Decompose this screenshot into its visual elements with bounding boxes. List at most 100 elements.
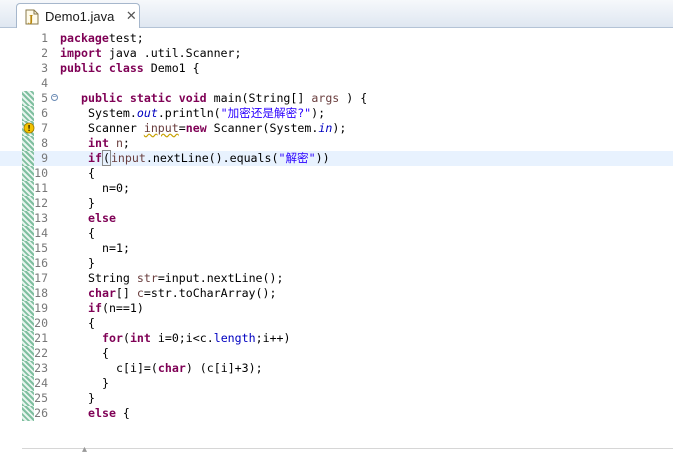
code-line[interactable]: 12} [0, 196, 673, 211]
code-token: if [88, 151, 102, 165]
code-token: { [88, 226, 95, 240]
code-line[interactable]: 17 String str=input.nextLine(); [0, 271, 673, 286]
code-line[interactable]: 9 if(input.nextLine().equals("解密")) [0, 150, 673, 166]
code-token: length [213, 331, 256, 345]
code-token: "加密还是解密?" [220, 106, 312, 120]
editor-tab-bar: J Demo1.java ✕ [0, 0, 673, 29]
code-token: .nextLine().equals( [145, 151, 279, 165]
code-line[interactable]: 19 if(n==1) [0, 301, 673, 316]
code-text[interactable]: String str=input.nextLine(); [88, 271, 283, 286]
code-line[interactable]: 11 n=0; [0, 181, 673, 196]
line-number: 6 [41, 106, 48, 120]
close-icon[interactable]: ✕ [124, 9, 138, 24]
code-line[interactable]: 23 c[i]=(char) (c[i]+3); [0, 361, 673, 376]
code-text[interactable]: n=1; [102, 241, 130, 256]
code-line[interactable]: 26 else { [0, 406, 673, 421]
code-token: ); [311, 106, 326, 120]
code-line[interactable]: 3 public class Demo1 { [0, 61, 673, 76]
code-token: { [115, 406, 130, 420]
code-text[interactable]: Scanner input=new Scanner(System.in); [88, 121, 346, 136]
code-text[interactable]: if(input.nextLine().equals("解密")) [88, 150, 330, 166]
code-token: ) (c[i]+3); [185, 361, 263, 375]
code-token: public [80, 91, 123, 105]
code-token: char [157, 361, 186, 375]
code-token: n=1; [102, 241, 130, 255]
code-text[interactable]: { [88, 226, 95, 241]
code-text[interactable]: for(int i=0;i<c.length;i++) [102, 331, 291, 346]
code-line[interactable]: 1 packagetest; [0, 31, 673, 46]
code-token: str [136, 271, 158, 285]
code-text[interactable]: System.out.println("加密还是解密?"); [88, 106, 325, 121]
horizontal-scroll-area[interactable]: ▴ [22, 444, 673, 461]
tab-demo1-java[interactable]: J Demo1.java ✕ [16, 3, 140, 29]
code-token: [] [115, 286, 137, 300]
code-token: new [185, 121, 207, 135]
code-text[interactable]: { [88, 166, 95, 181]
line-number: 21 [34, 331, 48, 345]
code-text[interactable]: } [88, 196, 95, 211]
line-number: 17 [34, 271, 48, 285]
code-line[interactable]: 6 System.out.println("加密还是解密?"); [0, 106, 673, 121]
code-line[interactable]: 22 { [0, 346, 673, 361]
code-line[interactable]: 25} [0, 391, 673, 406]
code-token: c[i]=( [116, 361, 158, 375]
code-token: class [108, 61, 144, 75]
code-text[interactable]: } [102, 376, 109, 391]
code-text[interactable]: if(n==1) [88, 301, 144, 316]
code-token: if [88, 301, 102, 315]
code-editor[interactable]: 1 packagetest; 2 import java .util.Scanner;… [0, 28, 673, 461]
code-line[interactable]: 5− public static void main(String[] args… [0, 91, 673, 106]
code-token: in [318, 121, 333, 135]
code-text[interactable]: char[] c=str.toCharArray(); [88, 286, 276, 301]
code-token: =input.nextLine(); [157, 271, 284, 285]
code-text[interactable]: else { [88, 406, 130, 421]
code-line[interactable]: 10 { [0, 166, 673, 181]
code-line[interactable]: 18 char[] c=str.toCharArray(); [0, 286, 673, 301]
code-line[interactable]: 13 else [0, 211, 673, 226]
code-line[interactable]: 14 { [0, 226, 673, 241]
line-number: 14 [34, 226, 48, 240]
code-line[interactable]: 21 for(int i=0;i<c.length;i++) [0, 331, 673, 346]
line-number: 10 [34, 166, 48, 180]
code-text[interactable]: { [102, 346, 109, 361]
code-token: ( [101, 150, 111, 166]
code-token: ;i++) [255, 331, 291, 345]
code-text[interactable]: c[i]=(char) (c[i]+3); [116, 361, 263, 376]
code-text[interactable]: public static void main(String[] args ) … [74, 91, 367, 106]
code-line[interactable]: ! 7 Scanner input=new Scanner(System.in); [0, 121, 673, 136]
line-number: 18 [34, 286, 48, 300]
code-text[interactable]: } [88, 256, 95, 271]
fold-toggle-icon[interactable]: − [51, 94, 58, 101]
code-line[interactable]: 20 { [0, 316, 673, 331]
code-line[interactable]: 2 import java .util.Scanner; [0, 46, 673, 61]
code-text[interactable]: import java .util.Scanner; [60, 46, 242, 61]
line-number: 15 [34, 241, 48, 255]
code-line[interactable]: 8 int n; [0, 136, 673, 151]
line-number: 2 [41, 46, 48, 60]
code-text[interactable]: int n; [88, 136, 130, 151]
code-token: ); [332, 121, 347, 135]
code-text[interactable]: packagetest; [60, 31, 144, 46]
code-line[interactable]: 16} [0, 256, 673, 271]
line-number: 16 [34, 256, 48, 270]
code-token: =str.toCharArray(); [143, 286, 277, 300]
line-number: 26 [34, 406, 48, 420]
code-token: { [88, 166, 95, 180]
code-token: String [88, 271, 137, 285]
code-line[interactable]: 24} [0, 376, 673, 391]
code-token: "解密" [278, 151, 316, 165]
code-line[interactable]: 4 [0, 76, 673, 91]
code-token: n=0; [102, 181, 130, 195]
code-text[interactable]: public class Demo1 { [60, 61, 200, 76]
line-number: 8 [41, 136, 48, 150]
code-token: java .util.Scanner; [101, 46, 242, 60]
code-token: } [88, 196, 95, 210]
code-text[interactable]: else [88, 211, 116, 226]
code-text[interactable]: } [88, 391, 95, 406]
code-text[interactable]: n=0; [102, 181, 130, 196]
code-text[interactable]: { [88, 316, 95, 331]
line-number: 3 [41, 61, 48, 75]
code-line[interactable]: 15 n=1; [0, 241, 673, 256]
